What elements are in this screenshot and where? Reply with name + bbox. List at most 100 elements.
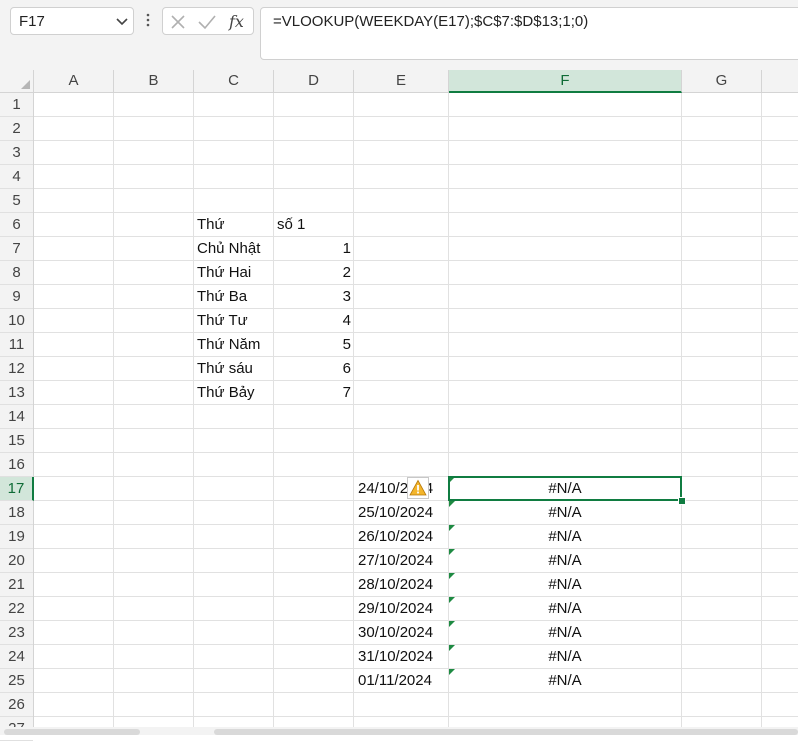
cell-e23[interactable]: 30/10/2024 (355, 621, 447, 645)
row-header[interactable]: 10 (0, 309, 33, 333)
gridline (34, 716, 798, 717)
row-header[interactable]: 1 (0, 93, 33, 117)
column-headers: A B C D E F G (0, 70, 798, 93)
cell-e21[interactable]: 28/10/2024 (355, 573, 447, 597)
row-header[interactable]: 13 (0, 381, 33, 405)
error-indicator-icon (449, 525, 455, 531)
cell-d13[interactable]: 7 (274, 381, 354, 405)
cell-f22[interactable]: #N/A (449, 597, 681, 621)
cell-c13[interactable]: Thứ Bảy (194, 381, 274, 405)
row-header[interactable]: 8 (0, 261, 33, 285)
row-header[interactable]: 4 (0, 165, 33, 189)
row-header[interactable]: 7 (0, 237, 33, 261)
cell-c8[interactable]: Thứ Hai (194, 261, 274, 285)
column-header-e[interactable]: E (354, 70, 449, 92)
cell-e20[interactable]: 27/10/2024 (355, 549, 447, 573)
column-header-c[interactable]: C (194, 70, 274, 92)
row-header[interactable]: 15 (0, 429, 33, 453)
column-header-b[interactable]: B (114, 70, 194, 92)
horizontal-scrollbar[interactable] (214, 729, 798, 735)
gridline (34, 308, 798, 309)
row-header[interactable]: 5 (0, 189, 33, 213)
row-header[interactable]: 25 (0, 669, 33, 693)
column-header-f[interactable]: F (449, 70, 682, 93)
select-all-triangle-icon (21, 80, 30, 89)
close-icon[interactable] (169, 13, 187, 31)
select-all-button[interactable] (0, 70, 34, 92)
cell-f18[interactable]: #N/A (449, 501, 681, 525)
gridline (34, 404, 798, 405)
cell-c7[interactable]: Chủ Nhật (194, 237, 274, 261)
row-header[interactable]: 18 (0, 501, 33, 525)
cell-e24[interactable]: 31/10/2024 (355, 645, 447, 669)
row-header[interactable]: 2 (0, 117, 33, 141)
cell-f19[interactable]: #N/A (449, 525, 681, 549)
cell-d11[interactable]: 5 (274, 333, 354, 357)
row-header[interactable]: 6 (0, 213, 33, 237)
row-header[interactable]: 19 (0, 525, 33, 549)
cell-f21[interactable]: #N/A (449, 573, 681, 597)
row-header[interactable]: 12 (0, 357, 33, 381)
cell-d7[interactable]: 1 (274, 237, 354, 261)
cell-e19[interactable]: 26/10/2024 (355, 525, 447, 549)
formula-input[interactable]: =VLOOKUP(WEEKDAY(E17);$C$7:$D$13;1;0) (260, 7, 798, 60)
cell-e18[interactable]: 25/10/2024 (355, 501, 447, 525)
row-header[interactable]: 3 (0, 141, 33, 165)
gridline (34, 164, 798, 165)
formula-text: =VLOOKUP(WEEKDAY(E17);$C$7:$D$13;1;0) (273, 13, 589, 30)
cell-f24[interactable]: #N/A (449, 645, 681, 669)
gridline (353, 93, 354, 735)
row-header[interactable]: 23 (0, 621, 33, 645)
error-check-button[interactable] (407, 477, 429, 499)
name-box[interactable]: F17 (10, 7, 134, 35)
sheet-tab-scroll[interactable] (4, 729, 140, 735)
more-options-icon[interactable] (146, 12, 150, 28)
row-header[interactable]: 24 (0, 645, 33, 669)
row-header[interactable]: 20 (0, 549, 33, 573)
row-header[interactable]: 16 (0, 453, 33, 477)
error-indicator-icon (449, 501, 455, 507)
gridline (34, 260, 798, 261)
cell-e25[interactable]: 01/11/2024 (355, 669, 447, 693)
cell-e17[interactable]: 24/10/2024 (355, 477, 447, 501)
column-header-g[interactable]: G (682, 70, 762, 92)
gridline (34, 116, 798, 117)
gridline (34, 428, 798, 429)
gridline (34, 332, 798, 333)
cell-c12[interactable]: Thứ sáu (194, 357, 274, 381)
cell-f25[interactable]: #N/A (449, 669, 681, 693)
row-header[interactable]: 11 (0, 333, 33, 357)
row-header[interactable]: 14 (0, 405, 33, 429)
check-icon[interactable] (197, 13, 217, 31)
cell-f20[interactable]: #N/A (449, 549, 681, 573)
cell-d10[interactable]: 4 (274, 309, 354, 333)
cell-d8[interactable]: 2 (274, 261, 354, 285)
row-header[interactable]: 9 (0, 285, 33, 309)
cell-d12[interactable]: 6 (274, 357, 354, 381)
gridline (34, 356, 798, 357)
error-indicator-icon (449, 573, 455, 579)
column-header-d[interactable]: D (274, 70, 354, 92)
cell-c6[interactable]: Thứ (194, 213, 274, 237)
cell-f23[interactable]: #N/A (449, 621, 681, 645)
cell-c10[interactable]: Thứ Tư (194, 309, 274, 333)
row-header[interactable]: 22 (0, 597, 33, 621)
column-header-a[interactable]: A (34, 70, 114, 92)
formula-bar-area: F17 fx =VLOOKUP(WEEKDAY(E17);$C$7:$D$13;… (0, 0, 798, 70)
row-header-selected[interactable]: 17 (0, 477, 34, 501)
cell-e22[interactable]: 29/10/2024 (355, 597, 447, 621)
cell-d9[interactable]: 3 (274, 285, 354, 309)
cell-d6[interactable]: số 1 (274, 213, 354, 237)
chevron-down-icon[interactable] (115, 12, 129, 30)
fill-handle[interactable] (678, 497, 686, 505)
cell-c9[interactable]: Thứ Ba (194, 285, 274, 309)
row-header[interactable]: 26 (0, 693, 33, 717)
error-indicator-icon (449, 645, 455, 651)
fx-icon[interactable]: fx (227, 11, 249, 33)
error-indicator-icon (449, 597, 455, 603)
row-header[interactable]: 21 (0, 573, 33, 597)
error-indicator-icon (449, 669, 455, 675)
gridline (34, 452, 798, 453)
cell-grid[interactable]: Thứ số 1 Chủ Nhật 1 Thứ Hai 2 Thứ Ba 3 T… (34, 93, 798, 735)
cell-c11[interactable]: Thứ Năm (194, 333, 274, 357)
